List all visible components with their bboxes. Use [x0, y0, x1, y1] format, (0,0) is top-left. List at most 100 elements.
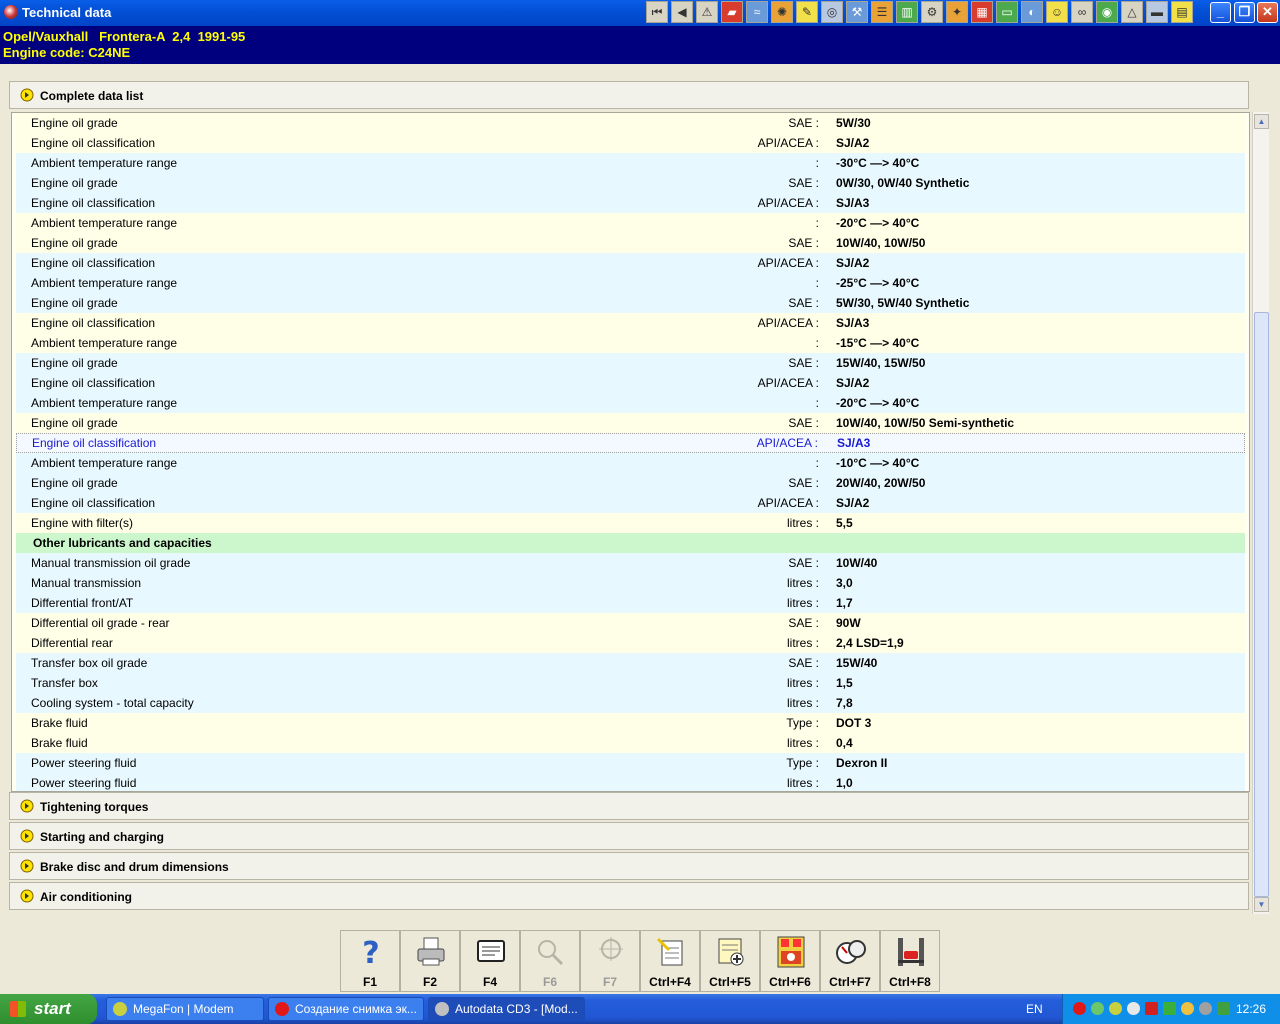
disc-icon[interactable]: ◎	[821, 1, 843, 23]
row-unit: SAE :	[788, 176, 819, 190]
timing-button[interactable]: Ctrl+F6	[760, 930, 820, 992]
scroll-thumb[interactable]	[1254, 312, 1269, 897]
fuse-icon[interactable]: ▦	[971, 1, 993, 23]
section-air-conditioning[interactable]: Air conditioning	[9, 882, 1249, 910]
data-row[interactable]: Ambient temperature range: -10°C —> 40°C	[16, 453, 1245, 473]
notes-button[interactable]: Ctrl+F4	[640, 930, 700, 992]
data-row[interactable]: Transfer box oil grade SAE : 15W/40	[16, 653, 1245, 673]
section-starting-charging[interactable]: Starting and charging	[9, 822, 1249, 850]
data-row[interactable]: Engine oil grade SAE : 20W/40, 20W/50	[16, 473, 1245, 493]
group-header[interactable]: Other lubricants and capacities	[16, 533, 1245, 553]
belt-icon[interactable]: ∞	[1071, 1, 1093, 23]
taskbar-item-megafon[interactable]: MegaFon | Modem	[106, 997, 264, 1021]
data-row[interactable]: Engine oil grade SAE : 10W/40, 10W/50	[16, 233, 1245, 253]
section-tightening-torques[interactable]: Tightening torques	[9, 792, 1249, 820]
wrench-icon[interactable]: ⚒	[846, 1, 868, 23]
data-row[interactable]: Engine oil classification API/ACEA : SJ/A2	[16, 253, 1245, 273]
lift-icon[interactable]: ▥	[896, 1, 918, 23]
tools-icon[interactable]: ✎	[796, 1, 818, 23]
monitor-tray-icon[interactable]	[1163, 1002, 1176, 1015]
index-button[interactable]: F6	[520, 930, 580, 992]
battery-icon[interactable]: ▭	[996, 1, 1018, 23]
sensor-icon[interactable]: ◉	[1096, 1, 1118, 23]
timing-icon[interactable]: ◐	[1021, 1, 1043, 23]
data-row[interactable]: Engine oil classification API/ACEA : SJ/A3	[16, 433, 1245, 453]
help-button[interactable]: ? F1	[340, 930, 400, 992]
data-row[interactable]: Ambient temperature range: -25°C —> 40°C	[16, 273, 1245, 293]
data-row[interactable]: Ambient temperature range: -20°C —> 40°C	[16, 393, 1245, 413]
data-row[interactable]: Engine oil grade SAE : 5W/30, 5W/40 Synthe…	[16, 293, 1245, 313]
data-row[interactable]: Brake fluid litres : 0,4	[16, 733, 1245, 753]
row-label: Engine oil classification	[31, 316, 156, 330]
data-row[interactable]: Transfer box litres : 1,5	[16, 673, 1245, 693]
data-row[interactable]: Ambient temperature range: -15°C —> 40°C	[16, 333, 1245, 353]
notes-icon[interactable]: ▤	[1171, 1, 1193, 23]
data-row[interactable]: Brake fluid Type : DOT 3	[16, 713, 1245, 733]
security-tray-icon[interactable]	[1217, 1002, 1230, 1015]
data-row[interactable]: Engine oil classification API/ACEA : SJ/A3	[16, 193, 1245, 213]
data-row[interactable]: Engine oil classification API/ACEA : SJ/A2	[16, 493, 1245, 513]
messenger-tray-icon[interactable]	[1181, 1002, 1194, 1015]
section-complete-data-list[interactable]: Complete data list	[9, 81, 1249, 109]
row-value: 2,4 LSD=1,9	[836, 636, 904, 650]
triangle-icon[interactable]: △	[1121, 1, 1143, 23]
data-row[interactable]: Manual transmission litres : 3,0	[16, 573, 1245, 593]
print-button[interactable]: F2	[400, 930, 460, 992]
antivirus-tray-icon[interactable]	[1145, 1002, 1158, 1015]
spanner-icon[interactable]: ✦	[946, 1, 968, 23]
flag-icon[interactable]: ▰	[721, 1, 743, 23]
taskbar-item-autodata[interactable]: Autodata CD3 - [Mod...	[428, 997, 585, 1021]
volume-tray-icon[interactable]	[1199, 1002, 1212, 1015]
restore-button[interactable]: ❐	[1234, 2, 1255, 23]
data-row[interactable]: Engine with filter(s) litres : 5,5	[16, 513, 1245, 533]
data-row[interactable]: Ambient temperature range: -20°C —> 40°C	[16, 213, 1245, 233]
data-row[interactable]: Engine oil classification API/ACEA : SJ/A2	[16, 133, 1245, 153]
start-button[interactable]: start	[0, 994, 97, 1024]
language-indicator[interactable]: EN	[1026, 1002, 1043, 1016]
section-brake-dimensions[interactable]: Brake disc and drum dimensions	[9, 852, 1249, 880]
screen-button[interactable]: F4	[460, 930, 520, 992]
back-icon[interactable]: ◀	[671, 1, 693, 23]
opera-tray-icon[interactable]	[1073, 1002, 1086, 1015]
close-button[interactable]: ✕	[1257, 2, 1278, 23]
data-row[interactable]: Engine oil grade SAE : 5W/30	[16, 113, 1245, 133]
chart-icon[interactable]: ≈	[746, 1, 768, 23]
first-page-icon[interactable]: ⏮	[646, 1, 668, 23]
network-tray-icon[interactable]	[1091, 1002, 1104, 1015]
section-label: Brake disc and drum dimensions	[40, 860, 229, 874]
gear-icon[interactable]: ✺	[771, 1, 793, 23]
app-icon[interactable]	[4, 5, 18, 19]
diagram-icon[interactable]: ☰	[871, 1, 893, 23]
minimize-button[interactable]: _	[1210, 2, 1231, 23]
lift-button[interactable]: Ctrl+F8	[880, 930, 940, 992]
service-icon[interactable]: ☺	[1046, 1, 1068, 23]
data-row[interactable]: Differential oil grade - rear SAE : 90W	[16, 613, 1245, 633]
data-row[interactable]: Differential front/AT litres : 1,7	[16, 593, 1245, 613]
data-row[interactable]: Differential rear litres : 2,4 LSD=1,9	[16, 633, 1245, 653]
data-row[interactable]: Engine oil classification API/ACEA : SJ/A2	[16, 373, 1245, 393]
data-row[interactable]: Engine oil grade SAE : 15W/40, 15W/50	[16, 353, 1245, 373]
data-row[interactable]: Engine oil grade SAE : 0W/30, 0W/40 Synthe…	[16, 173, 1245, 193]
data-row[interactable]: Cooling system - total capacity litres : 7…	[16, 693, 1245, 713]
car-icon[interactable]: ▬	[1146, 1, 1168, 23]
modem-tray-icon[interactable]	[1109, 1002, 1122, 1015]
data-row[interactable]: Power steering fluid Type : Dexron II	[16, 753, 1245, 773]
scroll-down-icon[interactable]: ▼	[1254, 897, 1269, 912]
vertical-scrollbar[interactable]: ▲ ▼	[1252, 112, 1269, 914]
globe-tray-icon[interactable]	[1127, 1002, 1140, 1015]
scroll-up-icon[interactable]: ▲	[1254, 114, 1269, 129]
diagnostics-button[interactable]: F7	[580, 930, 640, 992]
gauges-button[interactable]: Ctrl+F7	[820, 930, 880, 992]
data-row[interactable]: Ambient temperature range: -30°C —> 40°C	[16, 153, 1245, 173]
data-row[interactable]: Engine oil classification API/ACEA : SJ/A3	[16, 313, 1245, 333]
data-row[interactable]: Manual transmission oil grade SAE : 10W/40	[16, 553, 1245, 573]
row-unit: SAE :	[788, 116, 819, 130]
warning-icon[interactable]: ⚠	[696, 1, 718, 23]
add-note-button[interactable]: Ctrl+F5	[700, 930, 760, 992]
engine-icon[interactable]: ⚙	[921, 1, 943, 23]
data-row[interactable]: Power steering fluid litres : 1,0	[16, 773, 1245, 791]
expand-arrow-icon	[20, 799, 34, 813]
taskbar-item-opera[interactable]: Создание снимка эк...	[268, 997, 424, 1021]
row-label: Ambient temperature range	[31, 336, 178, 350]
data-row[interactable]: Engine oil grade SAE : 10W/40, 10W/50 Semi…	[16, 413, 1245, 433]
